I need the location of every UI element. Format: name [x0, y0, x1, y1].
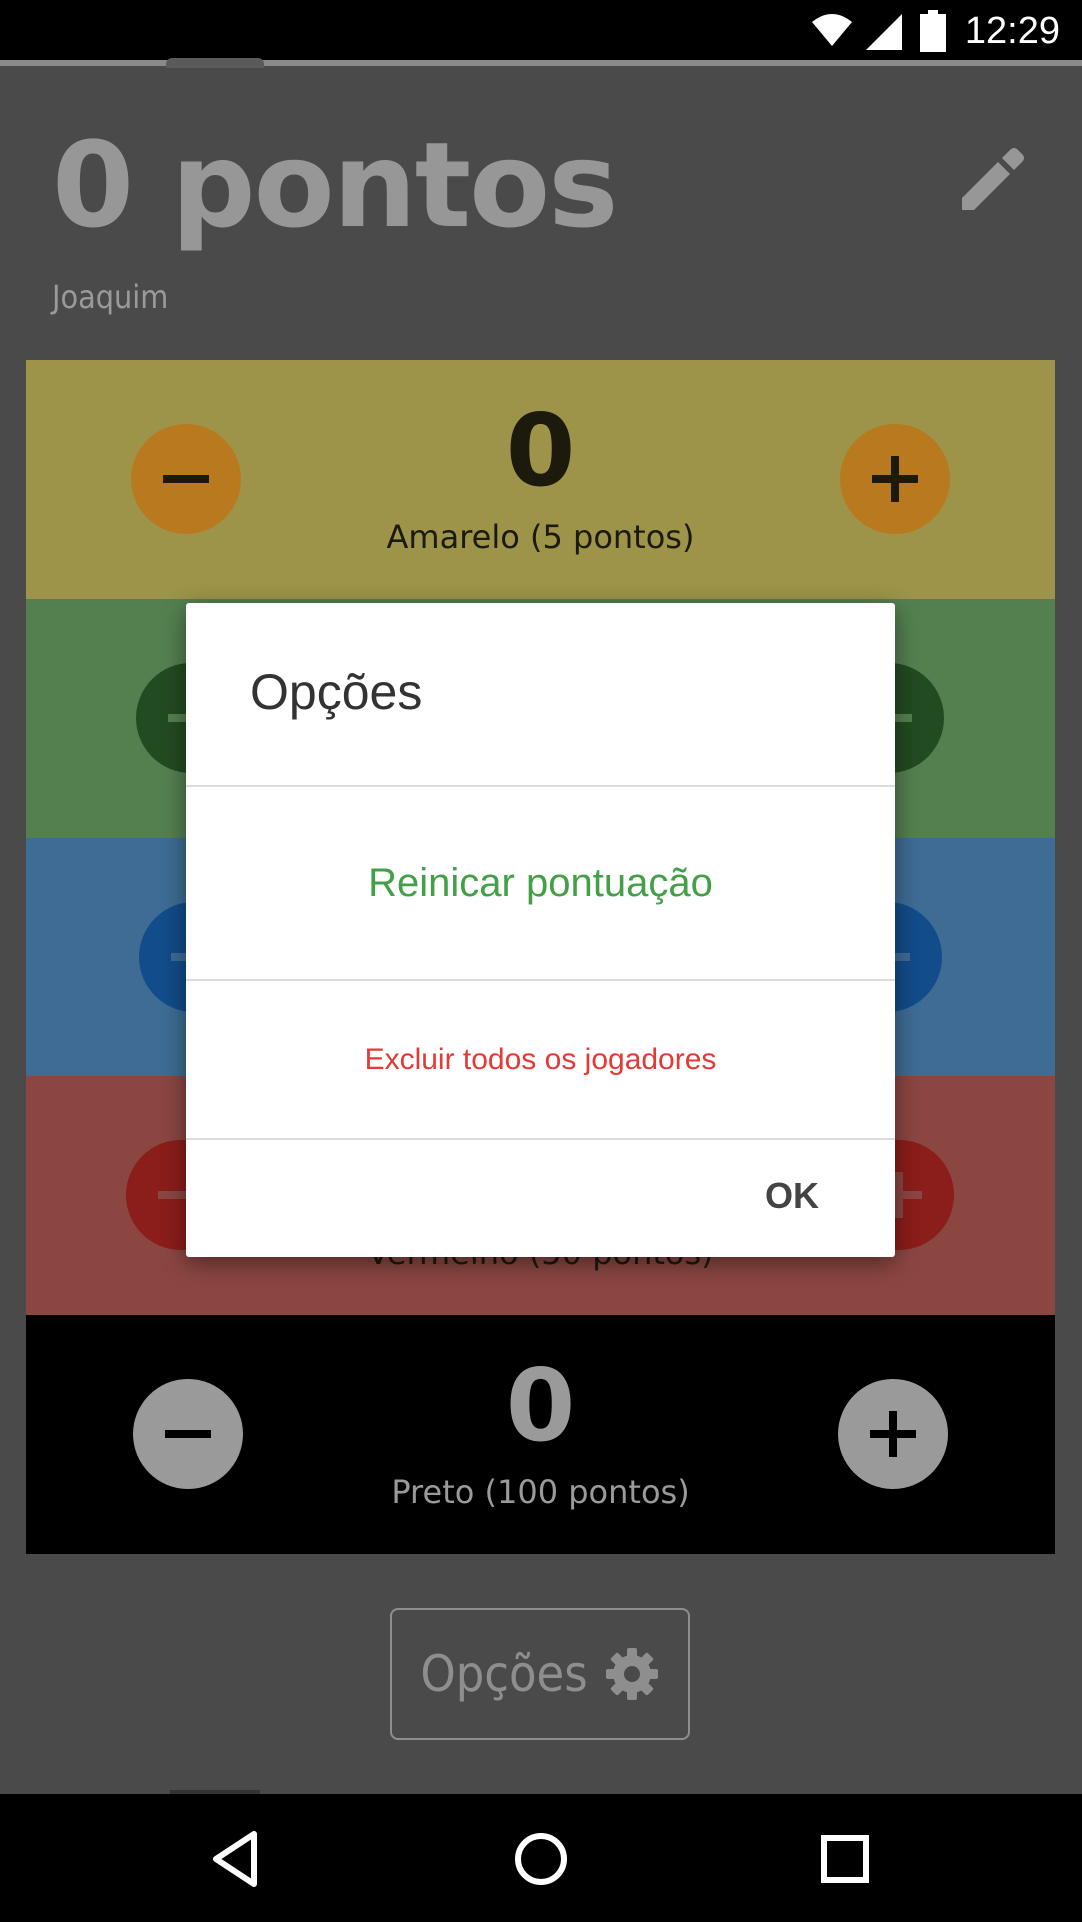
- plus-icon: [872, 456, 918, 502]
- plus-icon: [870, 1411, 916, 1457]
- status-time: 12:29: [964, 10, 1060, 52]
- battery-icon: [920, 10, 946, 52]
- back-icon[interactable]: [200, 1824, 270, 1894]
- increment-button[interactable]: [838, 1379, 948, 1489]
- reset-score-option[interactable]: Reinicar pontuação: [186, 787, 895, 979]
- wifi-icon: [812, 14, 852, 46]
- dialog-title: Opções: [250, 664, 423, 720]
- score-row-yellow: 0 Amarelo (5 pontos): [26, 360, 1055, 599]
- status-divider: [0, 60, 1082, 66]
- player-name: Joaquim: [52, 278, 169, 316]
- edit-icon[interactable]: [958, 146, 1024, 212]
- score-title: 0 pontos: [52, 116, 618, 254]
- recents-icon[interactable]: [810, 1824, 880, 1894]
- status-tab: [166, 58, 264, 68]
- options-button[interactable]: Opções: [390, 1608, 690, 1740]
- score-row-black: 0 Preto (100 pontos): [26, 1315, 1055, 1554]
- options-button-label: Opções: [420, 1645, 588, 1703]
- divider: [186, 1138, 895, 1140]
- ok-button[interactable]: OK: [765, 1175, 819, 1217]
- signal-icon: [866, 14, 902, 50]
- home-icon[interactable]: [506, 1824, 576, 1894]
- increment-button[interactable]: [840, 424, 950, 534]
- status-bar: 12:29: [0, 0, 1082, 62]
- delete-all-players-option[interactable]: Excluir todos os jogadores: [186, 981, 895, 1139]
- navigation-bar: [0, 1794, 1082, 1922]
- gear-icon: [605, 1648, 658, 1700]
- options-dialog: Opções Reinicar pontuação Excluir todos …: [186, 603, 895, 1257]
